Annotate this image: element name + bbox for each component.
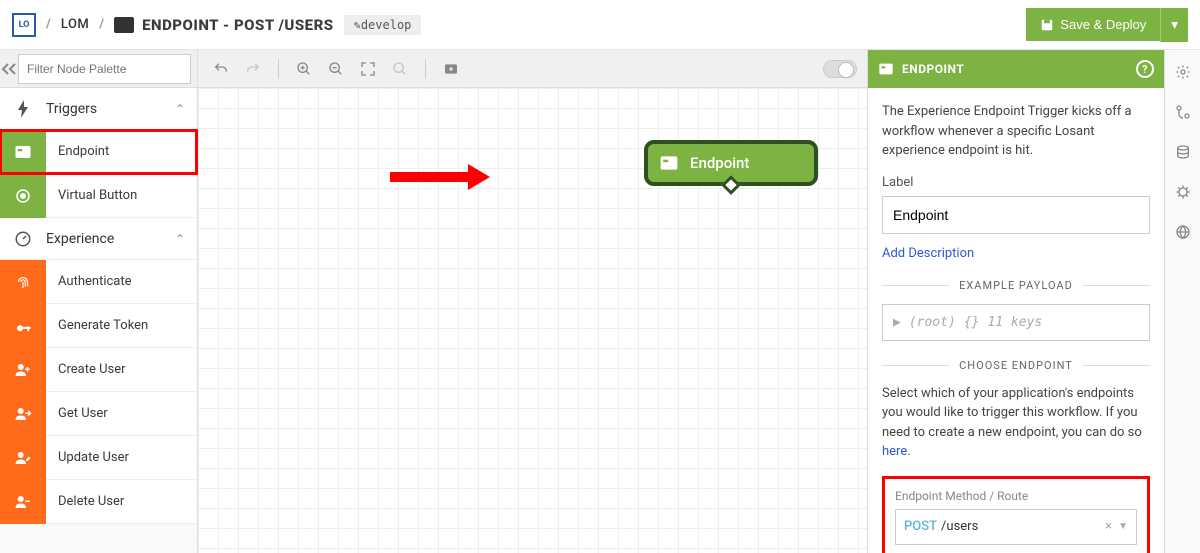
save-icon (1040, 18, 1054, 32)
category-triggers[interactable]: Triggers ⌃ (0, 88, 197, 130)
example-payload-box[interactable]: ▶ (root) {} 11 keys (882, 304, 1150, 341)
node-label: Generate Token (46, 318, 197, 333)
palette-node-create-user[interactable]: Create User (0, 348, 197, 392)
category-label: Triggers (46, 101, 175, 117)
palette-node-update-user[interactable]: Update User (0, 436, 197, 480)
zoom-out-button[interactable] (323, 56, 349, 82)
node-description: The Experience Endpoint Trigger kicks of… (882, 102, 1150, 161)
redo-button[interactable] (240, 56, 266, 82)
globe-icon[interactable] (1175, 224, 1191, 240)
endpoint-route: /users (941, 519, 978, 534)
collapse-palette-button[interactable] (0, 50, 18, 88)
properties-panel: ENDPOINT ? The Experience Endpoint Trigg… (867, 50, 1164, 553)
right-rail (1164, 50, 1200, 553)
label-input[interactable] (882, 196, 1150, 234)
header-bar: LO / LOM / ENDPOINT - POST /USERS ✎devel… (0, 0, 1200, 50)
clear-endpoint-button[interactable]: × (1099, 519, 1118, 534)
gauge-icon (0, 230, 46, 248)
user-minus-icon (0, 480, 46, 524)
debug-icon[interactable] (1175, 184, 1191, 200)
search-canvas-button[interactable] (387, 56, 413, 82)
workflow-canvas[interactable]: Endpoint (198, 88, 867, 553)
palette-node-generate-token[interactable]: Generate Token (0, 304, 197, 348)
fingerprint-icon (0, 260, 46, 304)
endpoint-icon (878, 61, 894, 77)
add-note-button[interactable] (438, 56, 464, 82)
node-label: Get User (46, 406, 197, 421)
node-label: Update User (46, 450, 197, 465)
endpoint-icon (0, 130, 46, 174)
palette-node-endpoint[interactable]: Endpoint (0, 130, 197, 174)
versions-icon[interactable] (1175, 104, 1191, 120)
endpoint-select[interactable]: POST /users × ▼ (895, 509, 1137, 545)
breadcrumb-app[interactable]: LOM (61, 17, 89, 32)
expand-icon[interactable]: ▶ (893, 315, 901, 330)
properties-header: ENDPOINT ? (868, 50, 1164, 88)
undo-button[interactable] (208, 56, 234, 82)
branch-tag[interactable]: ✎develop (344, 15, 422, 35)
node-label: Create User (46, 362, 197, 377)
bolt-icon (0, 100, 46, 118)
node-label: Endpoint (46, 144, 197, 159)
endpoint-icon (648, 153, 690, 173)
chevron-double-left-icon (0, 63, 18, 75)
canvas-area: Endpoint (198, 50, 867, 553)
palette-node-authenticate[interactable]: Authenticate (0, 260, 197, 304)
endpoint-method: POST (904, 519, 937, 534)
storage-icon[interactable] (1175, 144, 1191, 160)
chevron-up-icon: ⌃ (175, 232, 185, 246)
key-icon (0, 304, 46, 348)
annotation-arrow (390, 172, 490, 182)
add-description-link[interactable]: Add Description (882, 246, 974, 261)
save-dropdown-button[interactable]: ▾ (1160, 8, 1188, 42)
chevron-up-icon: ⌃ (175, 102, 185, 116)
help-button[interactable]: ? (1136, 60, 1154, 78)
gear-icon[interactable] (1175, 64, 1191, 80)
endpoint-field-label: Endpoint Method / Route (895, 489, 1137, 503)
save-deploy-button[interactable]: Save & Deploy (1026, 8, 1160, 41)
example-payload-label: EXAMPLE PAYLOAD (949, 279, 1083, 292)
canvas-node-endpoint[interactable]: Endpoint (644, 140, 818, 186)
category-label: Experience (46, 231, 175, 247)
zoom-in-button[interactable] (291, 56, 317, 82)
user-edit-icon (0, 436, 46, 480)
workflow-title: ENDPOINT - POST /USERS (142, 16, 334, 34)
canvas-toolbar (198, 50, 867, 88)
node-label: Delete User (46, 494, 197, 509)
label-field-label: Label (882, 175, 1150, 190)
choose-endpoint-label: CHOOSE ENDPOINT (949, 359, 1083, 372)
category-experience[interactable]: Experience ⌃ (0, 218, 197, 260)
fit-button[interactable] (355, 56, 381, 82)
node-label: Virtual Button (46, 188, 197, 203)
endpoint-selector-box: Endpoint Method / Route POST /users × ▼ (882, 476, 1150, 553)
palette-node-get-user[interactable]: Get User (0, 392, 197, 436)
filter-palette-input[interactable] (18, 54, 191, 84)
canvas-node-label: Endpoint (690, 154, 749, 172)
node-output-port[interactable] (721, 175, 741, 195)
user-get-icon (0, 392, 46, 436)
breadcrumb-sep: / (46, 17, 51, 32)
create-endpoint-link[interactable]: here (882, 444, 907, 459)
node-label: Authenticate (46, 274, 197, 289)
node-palette: Triggers ⌃ Endpoint Virtual Button Exper… (0, 50, 198, 553)
palette-node-delete-user[interactable]: Delete User (0, 480, 197, 524)
debug-toggle[interactable] (823, 60, 857, 78)
properties-title: ENDPOINT (902, 62, 964, 76)
chevron-down-icon[interactable]: ▼ (1118, 521, 1128, 532)
workflow-icon (114, 17, 134, 33)
logo[interactable]: LO (12, 13, 36, 37)
breadcrumb-sep: / (99, 17, 104, 32)
target-icon (0, 174, 46, 218)
choose-endpoint-text: Select which of your application's endpo… (882, 384, 1150, 462)
user-plus-icon (0, 348, 46, 392)
palette-node-virtual-button[interactable]: Virtual Button (0, 174, 197, 218)
